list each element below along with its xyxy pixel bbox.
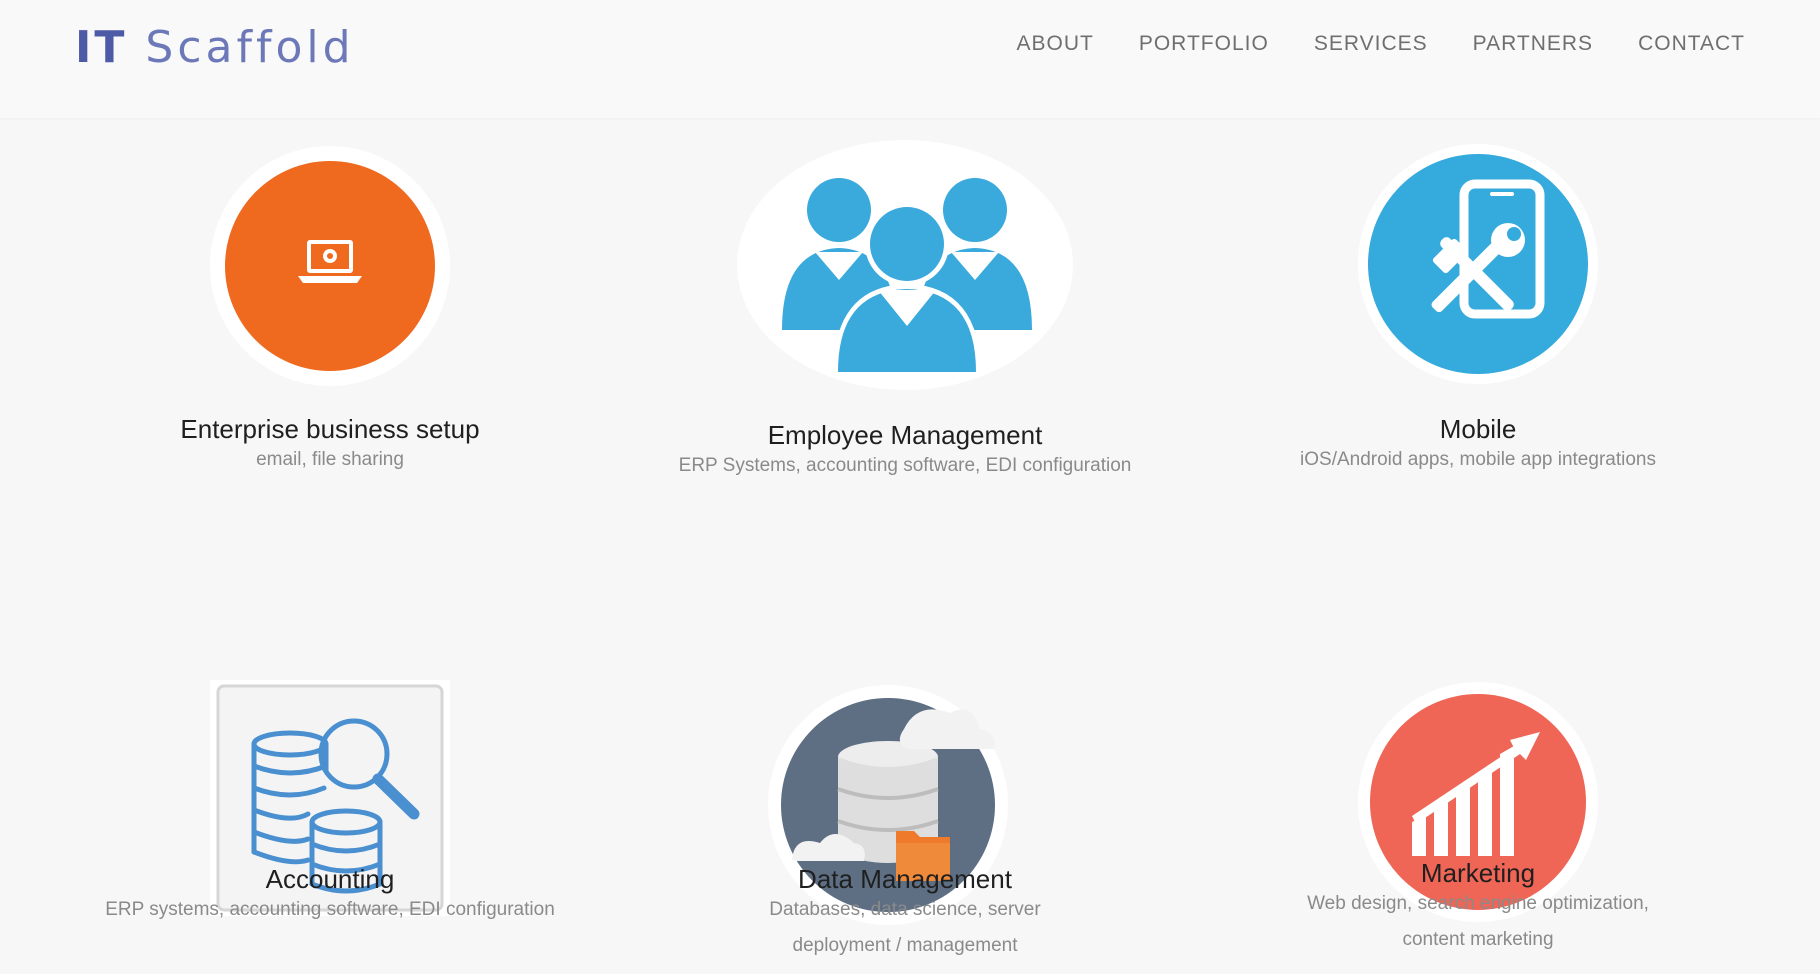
service-title: Data Management	[798, 864, 1012, 894]
nav-about[interactable]: ABOUT	[1017, 32, 1094, 56]
navbar: IT Scaffold ABOUT PORTFOLIO SERVICES PAR…	[0, 0, 1820, 118]
service-title: Mobile	[1439, 414, 1517, 444]
nav-contact[interactable]: CONTACT	[1638, 32, 1745, 56]
brand-logo-scaffold: Scaffold	[145, 22, 355, 73]
service-description: email, file sharing	[256, 449, 404, 470]
service-title: Marketing	[1420, 858, 1536, 888]
service-description: iOS/Android apps, mobile app integration…	[1300, 449, 1656, 470]
service-title: Enterprise business setup	[180, 414, 480, 444]
nav-portfolio[interactable]: PORTFOLIO	[1139, 32, 1269, 56]
service-description: Databases, data science, server deployme…	[769, 899, 1041, 956]
service-icon-frame	[737, 140, 1073, 390]
service-card-data[interactable]: Data Management Databases, data science,…	[625, 558, 1185, 956]
service-description: ERP systems, accounting software, EDI co…	[105, 899, 555, 920]
service-description: Web design, search engine optimization, …	[1307, 893, 1649, 950]
service-card-marketing[interactable]: Marketing Web design, search engine opti…	[1198, 558, 1758, 950]
service-card-employee[interactable]: Employee Management ERP Systems, account…	[625, 118, 1185, 478]
laptop-gear-icon	[225, 161, 435, 371]
service-card-enterprise[interactable]: Enterprise business setup email, file sh…	[50, 118, 610, 478]
brand-logo-it: IT	[75, 22, 128, 73]
people-group-icon	[782, 178, 1032, 376]
mobile-tools-icon	[1368, 154, 1588, 374]
main-nav: ABOUT PORTFOLIO SERVICES PARTNERS CONTAC…	[1017, 32, 1746, 56]
services-grid: Enterprise business setup email, file sh…	[0, 118, 1820, 974]
service-card-accounting[interactable]: Accounting ERP systems, accounting softw…	[50, 558, 610, 920]
nav-services[interactable]: SERVICES	[1314, 32, 1428, 56]
service-icon-frame	[1358, 144, 1598, 384]
brand-logo[interactable]: IT Scaffold	[75, 22, 355, 73]
service-title: Accounting	[265, 864, 395, 894]
service-description: ERP Systems, accounting software, EDI co…	[678, 455, 1132, 476]
service-icon-frame	[210, 146, 450, 386]
nav-partners[interactable]: PARTNERS	[1473, 32, 1593, 56]
service-card-mobile[interactable]: Mobile iOS/Android apps, mobile app inte…	[1198, 118, 1758, 478]
service-title: Employee Management	[767, 420, 1043, 450]
